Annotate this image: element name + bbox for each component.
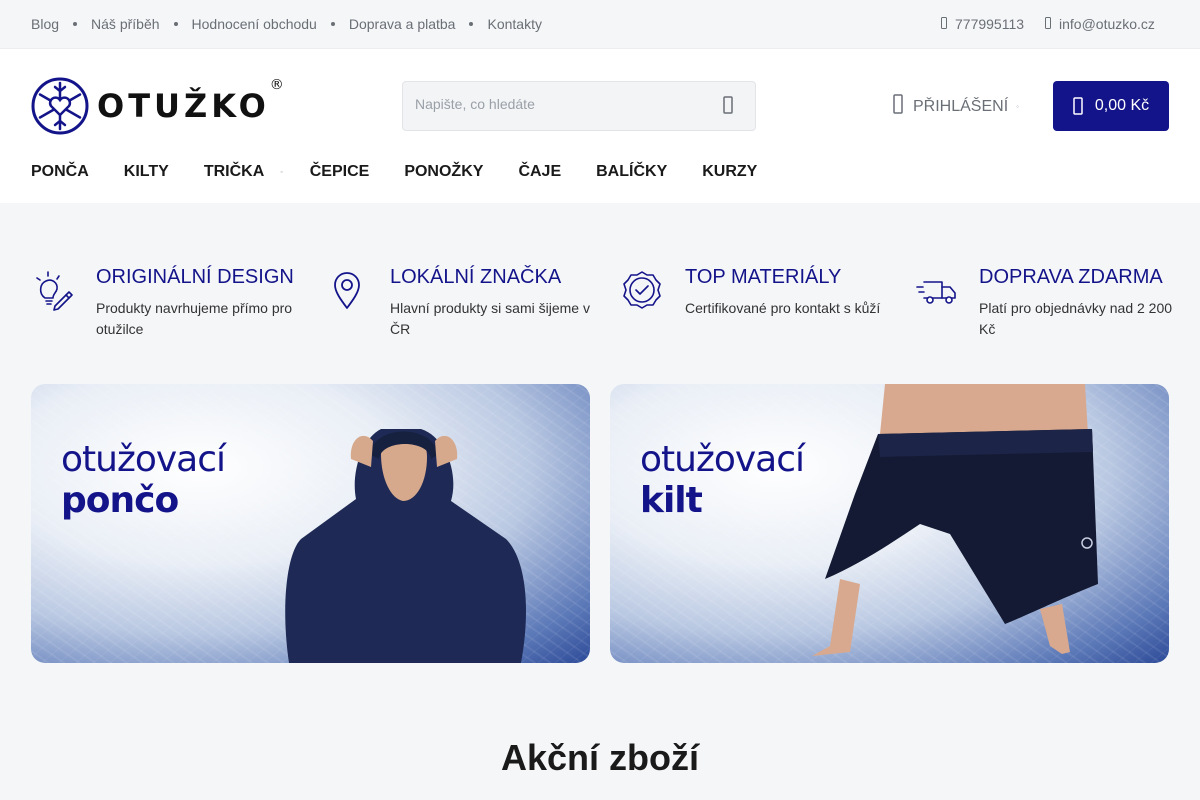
registered-mark: ®: [269, 77, 284, 93]
search-icon: [723, 96, 733, 114]
cart-button[interactable]: 0,00 Kč: [1053, 81, 1169, 131]
separator-dot: [73, 22, 78, 26]
section-title: Akční zboží: [500, 737, 700, 778]
top-links: Blog Náš příběh Hodnocení obchodu Doprav…: [31, 16, 542, 32]
main-nav: PONČA KILTY TRIČKA ◦ ČEPICE PONOŽKY ČAJE…: [31, 163, 792, 181]
badge-check-icon: [623, 271, 661, 309]
email-icon: [1045, 16, 1051, 32]
nav-item-kurzy[interactable]: KURZY: [702, 163, 757, 181]
top-link-blog[interactable]: Blog: [31, 16, 59, 32]
top-link-story[interactable]: Náš příběh: [91, 16, 159, 32]
benefit-title: TOP MATERIÁLY: [685, 266, 842, 288]
login-label: PŘIHLÁŠENÍ: [913, 97, 1009, 115]
search-button[interactable]: [723, 96, 737, 116]
site-header: OTUŽKO ® PŘIHLÁŠENÍ ◦ 0,00 Kč PONČA KILT…: [0, 49, 1200, 203]
banner-line1: otužovací: [61, 439, 226, 480]
nav-item-cepice[interactable]: ČEPICE: [310, 163, 370, 181]
chevron-down-icon: ◦: [280, 168, 283, 176]
nav-item-tricka[interactable]: TRIČKA ◦: [203, 163, 283, 181]
search-input[interactable]: [415, 96, 705, 112]
poncho-model-image: [285, 429, 526, 663]
benefit-text: Certifikované pro kontakt s kůží: [685, 300, 881, 316]
banner-line2: pončo: [61, 480, 179, 521]
logo-text: OTUŽKO ®: [97, 77, 284, 125]
separator-dot: [469, 22, 474, 26]
email-contact[interactable]: info@otuzko.cz: [1045, 16, 1155, 32]
top-link-contacts[interactable]: Kontakty: [487, 16, 541, 32]
nav-item-kilty[interactable]: KILTY: [124, 163, 169, 181]
logo[interactable]: OTUŽKO ®: [31, 77, 284, 135]
search-box: [402, 81, 756, 131]
phone-icon: [941, 16, 947, 32]
login-link[interactable]: PŘIHLÁŠENÍ ◦: [893, 94, 1019, 119]
lightbulb-pencil-icon: [36, 271, 73, 311]
benefit-text: Hlavní produkty si sami šijeme v ČR: [390, 300, 590, 337]
top-link-shipping[interactable]: Doprava a platba: [349, 16, 456, 32]
benefit-title: ORIGINÁLNÍ DESIGN: [96, 266, 294, 288]
benefit-title: DOPRAVA ZDARMA: [979, 266, 1163, 288]
delivery-truck-icon: [916, 281, 956, 304]
nav-item-tricka-label: TRIČKA: [203, 163, 265, 180]
top-bar: Blog Náš příběh Hodnocení obchodu Doprav…: [0, 0, 1200, 49]
cart-total: 0,00 Kč: [1094, 97, 1150, 114]
nav-item-balicky[interactable]: BALÍČKY: [596, 163, 667, 181]
benefit-text: Produkty navrhujeme přímo pro otužilce: [96, 300, 293, 337]
banner-poncho[interactable]: otužovací pončo: [31, 384, 590, 663]
nav-item-ponca[interactable]: PONČA: [31, 163, 89, 181]
kilt-model-image: [812, 384, 1098, 656]
snowflake-heart-logo-icon: [31, 77, 89, 135]
benefit-title: LOKÁLNÍ ZNAČKA: [390, 266, 562, 288]
map-pin-icon: [334, 272, 360, 309]
cart-icon: [1073, 97, 1083, 115]
user-icon: [893, 94, 903, 119]
banner-line2: kilt: [640, 480, 703, 521]
phone-number: 777995113: [955, 16, 1025, 32]
separator-dot: [330, 22, 335, 26]
banner-kilt[interactable]: otužovací kilt: [610, 384, 1169, 663]
phone-contact[interactable]: 777995113: [941, 16, 1024, 32]
top-link-reviews[interactable]: Hodnocení obchodu: [192, 16, 317, 32]
email-address: info@otuzko.cz: [1059, 16, 1155, 32]
nav-item-caje[interactable]: ČAJE: [518, 163, 561, 181]
separator-dot: [173, 22, 178, 26]
chevron-down-icon: ◦: [1016, 102, 1019, 111]
banner-line1: otužovací: [640, 439, 805, 480]
benefit-text: Platí pro objednávky nad 2 200 Kč: [979, 300, 1173, 337]
nav-item-ponozky[interactable]: PONOŽKY: [404, 163, 483, 181]
